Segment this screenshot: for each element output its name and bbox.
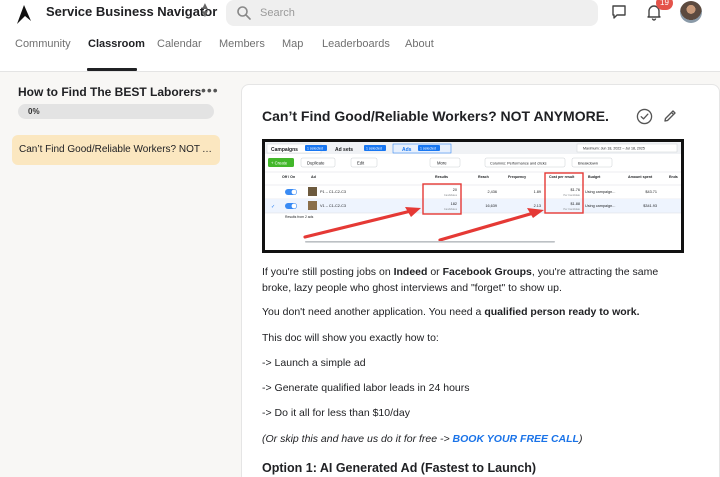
- ads-col-header: Amount spent: [628, 175, 653, 179]
- text-run: or: [427, 266, 443, 278]
- ads-tab-ads: Ads: [402, 147, 412, 153]
- ads-cell: 20: [453, 188, 457, 192]
- ads-cell: $43.71: [645, 190, 657, 194]
- ads-cell: 2.13: [534, 204, 541, 208]
- paragraph-intro: If you're still posting jobs on Indeed o…: [262, 264, 682, 296]
- ads-more-button: More: [437, 161, 447, 166]
- text-bold: Facebook Groups: [442, 266, 532, 278]
- ads-date-range: Maximum: Jun 18, 2022 – Jul 18, 2025: [583, 147, 645, 151]
- ads-create-button: + Create: [271, 161, 288, 166]
- course-sidebar: How to Find The BEST Laborers ••• 0% Can…: [0, 72, 230, 477]
- ads-cell: 16,639: [485, 204, 497, 208]
- ads-tab-campaigns: Campaigns: [271, 147, 298, 153]
- tab-community[interactable]: Community: [15, 38, 71, 50]
- book-free-call-link[interactable]: BOOK YOUR FREE CALL: [453, 433, 579, 445]
- lesson-card: Can’t Find Good/Reliable Workers? NOT AN…: [241, 84, 720, 477]
- mark-complete-icon[interactable]: [636, 108, 653, 125]
- active-tab-indicator: [87, 68, 137, 71]
- search-icon: [237, 6, 251, 20]
- logo-icon[interactable]: [14, 3, 36, 27]
- notification-badge: 19: [656, 0, 673, 10]
- ads-tab-badge: 1 selected: [307, 147, 323, 151]
- ads-col-header: Off / On: [282, 175, 295, 179]
- ads-tab-adsets: Ad sets: [335, 147, 353, 153]
- progress-label: 0%: [28, 107, 40, 116]
- ads-cell: Using campaign...: [585, 204, 615, 208]
- ads-cell: 2,436: [487, 190, 497, 194]
- edit-icon[interactable]: [662, 108, 678, 124]
- course-progress-bar: 0%: [18, 104, 214, 119]
- ads-cell: Using campaign...: [585, 190, 615, 194]
- ads-cell-sub: Per Candidate: [563, 193, 580, 197]
- ads-col-header: Frequency: [508, 175, 526, 179]
- ads-col-header: Results: [435, 175, 448, 179]
- search-input[interactable]: [260, 3, 580, 23]
- tab-members[interactable]: Members: [219, 38, 265, 50]
- paragraph-need: You don't need another application. You …: [262, 304, 682, 320]
- text-run: If you're still posting jobs on: [262, 266, 394, 278]
- ads-col-header: Budget: [588, 175, 601, 179]
- tab-about[interactable]: About: [405, 38, 434, 50]
- lesson-item-active[interactable]: Can’t Find Good/Reliable Workers? NOT A.…: [12, 135, 220, 165]
- ads-cell: 1.89: [534, 190, 541, 194]
- user-avatar[interactable]: [680, 1, 702, 23]
- text-bold: Indeed: [393, 266, 428, 278]
- tab-calendar[interactable]: Calendar: [157, 38, 202, 50]
- ads-cell: 182: [451, 202, 457, 206]
- ads-col-header: Cost per result: [549, 175, 575, 179]
- ads-footer: Results from 2 ads: [285, 215, 314, 219]
- ads-cell: $1.88: [570, 202, 580, 206]
- ads-cell: $1.76: [570, 188, 580, 192]
- ads-cell: P1 – C1-C2-C3: [320, 190, 346, 194]
- chat-icon[interactable]: [610, 3, 628, 21]
- ads-columns-button: Columns: Performance and clicks: [490, 162, 547, 166]
- ads-breakdown-button: Breakdown: [578, 161, 598, 166]
- lesson-item-label: Can’t Find Good/Reliable Workers? NOT A.…: [19, 144, 215, 155]
- tab-map[interactable]: Map: [282, 38, 303, 50]
- text-run: (Or skip this and have us do it for free…: [262, 433, 453, 445]
- main-nav: Community Classroom Calendar Members Map…: [0, 30, 720, 72]
- bullet-item: -> Generate qualified labor leads in 24 …: [262, 382, 470, 394]
- ads-manager-screenshot: Campaigns 1 selected Ad sets 1 selected …: [262, 139, 684, 253]
- ads-cell-sub: Candidates: [444, 207, 458, 211]
- bullet-item: -> Do it all for less than $10/day: [262, 407, 410, 419]
- svg-text:✓: ✓: [271, 204, 275, 210]
- lesson-title: Can’t Find Good/Reliable Workers? NOT AN…: [262, 108, 609, 124]
- top-header: Service Business Navigator ▲▼ 19 Communi…: [0, 0, 720, 72]
- tab-classroom[interactable]: Classroom: [88, 38, 145, 50]
- ads-edit-button: Edit: [357, 161, 365, 166]
- ads-duplicate-button: Duplicate: [307, 161, 325, 166]
- community-switcher-icon[interactable]: ▲ ▼: [198, 2, 212, 21]
- paragraph-doc-intro: This doc will show you exactly how to:: [262, 332, 439, 344]
- ads-tab-badge: 1 selected: [366, 147, 382, 151]
- ads-col-header: Ends: [669, 175, 678, 179]
- more-options-icon[interactable]: •••: [201, 82, 219, 98]
- ads-cell-sub: Per Candidate: [563, 207, 580, 211]
- ads-col-header: Ad: [311, 175, 316, 179]
- tab-leaderboards[interactable]: Leaderboards: [322, 38, 390, 50]
- ads-col-header: Reach: [478, 175, 489, 179]
- ads-tab-badge: 1 selected: [420, 147, 436, 151]
- ads-cell: V1 – C1-C2-C3: [320, 204, 346, 208]
- ads-cell: $341.93: [643, 204, 657, 208]
- text-run: You don't need another application. You …: [262, 306, 485, 318]
- paragraph-cta: (Or skip this and have us do it for free…: [262, 431, 682, 447]
- ads-cell-sub: Candidates: [444, 193, 458, 197]
- course-title: How to Find The BEST Laborers: [18, 85, 202, 99]
- search-bar[interactable]: [226, 0, 598, 26]
- section-heading: Option 1: AI Generated Ad (Fastest to La…: [262, 461, 537, 475]
- bullet-item: -> Launch a simple ad: [262, 357, 366, 369]
- text-bold: qualified person ready to work.: [484, 306, 640, 318]
- text-run: ): [578, 433, 583, 445]
- community-name[interactable]: Service Business Navigator: [46, 4, 217, 19]
